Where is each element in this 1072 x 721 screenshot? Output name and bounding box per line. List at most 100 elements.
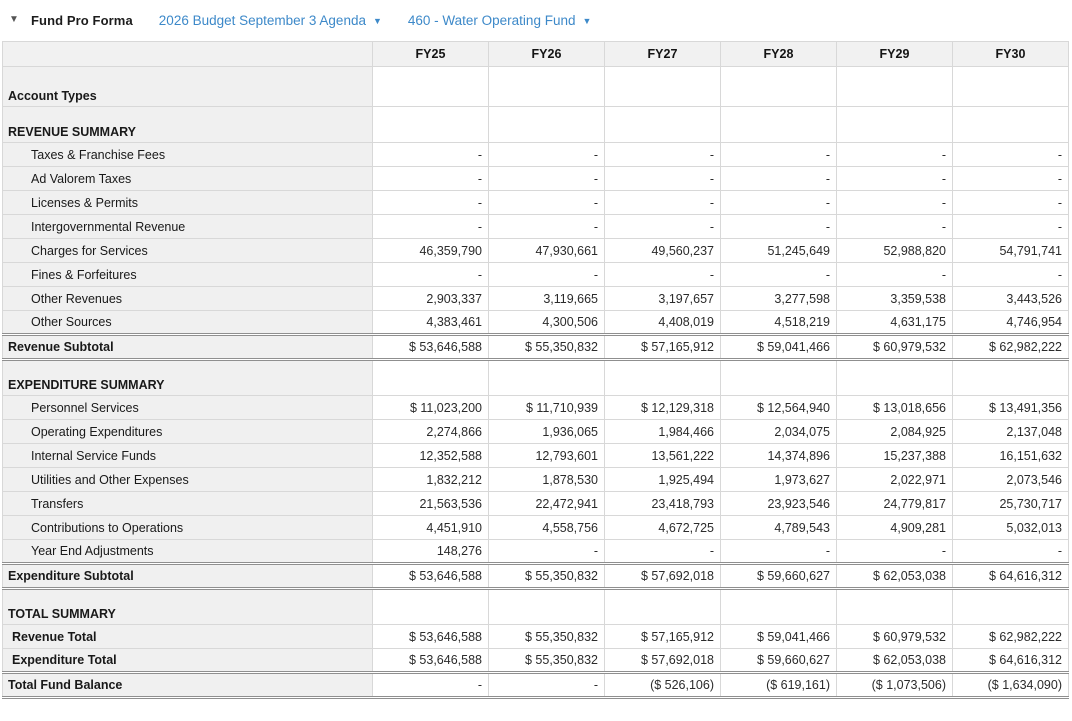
value-cell: 1,925,494: [604, 467, 721, 492]
table-row: EXPENDITURE SUMMARY: [2, 359, 1069, 396]
value-cell: $ 60,979,532: [836, 624, 953, 649]
budget-selector-dropdown[interactable]: 2026 Budget September 3 Agenda ▼: [159, 13, 382, 28]
value-cell: 13,561,222: [604, 443, 721, 468]
row-label: Operating Expenditures: [2, 419, 373, 444]
row-label: Other Revenues: [2, 286, 373, 311]
value-cell: [604, 66, 721, 107]
value-cell: 1,936,065: [488, 419, 605, 444]
table-row: Personnel Services $ 11,023,200 $ 11,710,9…: [2, 395, 1069, 420]
value-cell: 4,300,506: [488, 310, 605, 335]
value-cell: 14,374,896: [720, 443, 837, 468]
value-cell: [372, 106, 489, 143]
value-cell: $ 11,023,200: [372, 395, 489, 420]
table-row: Total Fund Balance - - ($ 526,106) ($ 619,16…: [2, 671, 1069, 699]
table-row: Operating Expenditures 2,274,866 1,936,065…: [2, 419, 1069, 444]
value-cell: $ 12,564,940: [720, 395, 837, 420]
value-cell: 4,558,756: [488, 515, 605, 540]
collapse-icon[interactable]: ▼: [9, 15, 23, 25]
row-label: Intergovernmental Revenue: [2, 214, 373, 239]
value-cell: $ 53,646,588: [372, 648, 489, 673]
table-row: Ad Valorem Taxes - - - - - -: [2, 166, 1069, 191]
value-cell: -: [604, 539, 721, 564]
row-label: Expenditure Total: [2, 648, 373, 673]
value-cell: ($ 619,161): [720, 671, 837, 699]
value-cell: $ 53,646,588: [372, 562, 489, 590]
value-cell: [488, 359, 605, 396]
value-cell: [720, 106, 837, 143]
value-cell: 1,878,530: [488, 467, 605, 492]
value-cell: 1,832,212: [372, 467, 489, 492]
table-row: Utilities and Other Expenses 1,832,212 1,8…: [2, 467, 1069, 492]
table-row: Revenue Total $ 53,646,588 $ 55,350,832 $ 5…: [2, 624, 1069, 649]
value-cell: $ 13,491,356: [952, 395, 1069, 420]
column-header-fy26: FY26: [488, 41, 605, 67]
value-cell: -: [836, 142, 953, 167]
fund-selector-dropdown[interactable]: 460 - Water Operating Fund ▼: [408, 13, 592, 28]
table-row: TOTAL SUMMARY: [2, 588, 1069, 625]
value-cell: [604, 106, 721, 143]
value-cell: 23,923,546: [720, 491, 837, 516]
value-cell: -: [372, 262, 489, 287]
table-row: Expenditure Subtotal $ 53,646,588 $ 55,350…: [2, 562, 1069, 590]
value-cell: [720, 588, 837, 625]
row-label: Charges for Services: [2, 238, 373, 263]
value-cell: -: [604, 190, 721, 215]
row-label: Taxes & Franchise Fees: [2, 142, 373, 167]
value-cell: -: [604, 166, 721, 191]
value-cell: [604, 588, 721, 625]
value-cell: 25,730,717: [952, 491, 1069, 516]
value-cell: $ 11,710,939: [488, 395, 605, 420]
value-cell: $ 55,350,832: [488, 333, 605, 361]
value-cell: 2,274,866: [372, 419, 489, 444]
table-row: Contributions to Operations 4,451,910 4,55…: [2, 515, 1069, 540]
value-cell: $ 59,041,466: [720, 333, 837, 361]
value-cell: $ 59,041,466: [720, 624, 837, 649]
value-cell: $ 62,053,038: [836, 648, 953, 673]
value-cell: 51,245,649: [720, 238, 837, 263]
value-cell: $ 57,692,018: [604, 562, 721, 590]
table-row: Account Types: [2, 66, 1069, 107]
value-cell: $ 55,350,832: [488, 624, 605, 649]
value-cell: -: [488, 671, 605, 699]
row-label: Account Types: [2, 66, 373, 107]
value-cell: 2,084,925: [836, 419, 953, 444]
value-cell: -: [836, 262, 953, 287]
value-cell: 4,451,910: [372, 515, 489, 540]
value-cell: $ 62,053,038: [836, 562, 953, 590]
value-cell: 4,518,219: [720, 310, 837, 335]
value-cell: -: [604, 214, 721, 239]
value-cell: 1,984,466: [604, 419, 721, 444]
value-cell: -: [720, 214, 837, 239]
table-row: Internal Service Funds 12,352,588 12,793,6…: [2, 443, 1069, 468]
value-cell: -: [372, 142, 489, 167]
value-cell: -: [836, 539, 953, 564]
row-label: Internal Service Funds: [2, 443, 373, 468]
table-row: REVENUE SUMMARY: [2, 106, 1069, 143]
value-cell: $ 53,646,588: [372, 624, 489, 649]
value-cell: [836, 359, 953, 396]
value-cell: 4,909,281: [836, 515, 953, 540]
page-title: Fund Pro Forma: [31, 12, 133, 28]
value-cell: 2,137,048: [952, 419, 1069, 444]
toolbar: ▼ Fund Pro Forma 2026 Budget September 3…: [0, 0, 1072, 31]
value-cell: -: [604, 142, 721, 167]
column-header-fy27: FY27: [604, 41, 721, 67]
value-cell: -: [488, 142, 605, 167]
pro-forma-table: FY25 FY26 FY27 FY28 FY29 FY30 Account Types RE…: [2, 41, 1069, 699]
value-cell: -: [720, 190, 837, 215]
value-cell: [836, 66, 953, 107]
value-cell: -: [488, 166, 605, 191]
value-cell: 12,352,588: [372, 443, 489, 468]
value-cell: 49,560,237: [604, 238, 721, 263]
value-cell: -: [604, 262, 721, 287]
value-cell: 5,032,013: [952, 515, 1069, 540]
table-row: Expenditure Total $ 53,646,588 $ 55,350,83…: [2, 648, 1069, 673]
value-cell: -: [720, 539, 837, 564]
row-label: Revenue Subtotal: [2, 333, 373, 361]
value-cell: -: [720, 166, 837, 191]
value-cell: 24,779,817: [836, 491, 953, 516]
value-cell: -: [952, 262, 1069, 287]
row-label: Utilities and Other Expenses: [2, 467, 373, 492]
value-cell: 4,789,543: [720, 515, 837, 540]
value-cell: 16,151,632: [952, 443, 1069, 468]
